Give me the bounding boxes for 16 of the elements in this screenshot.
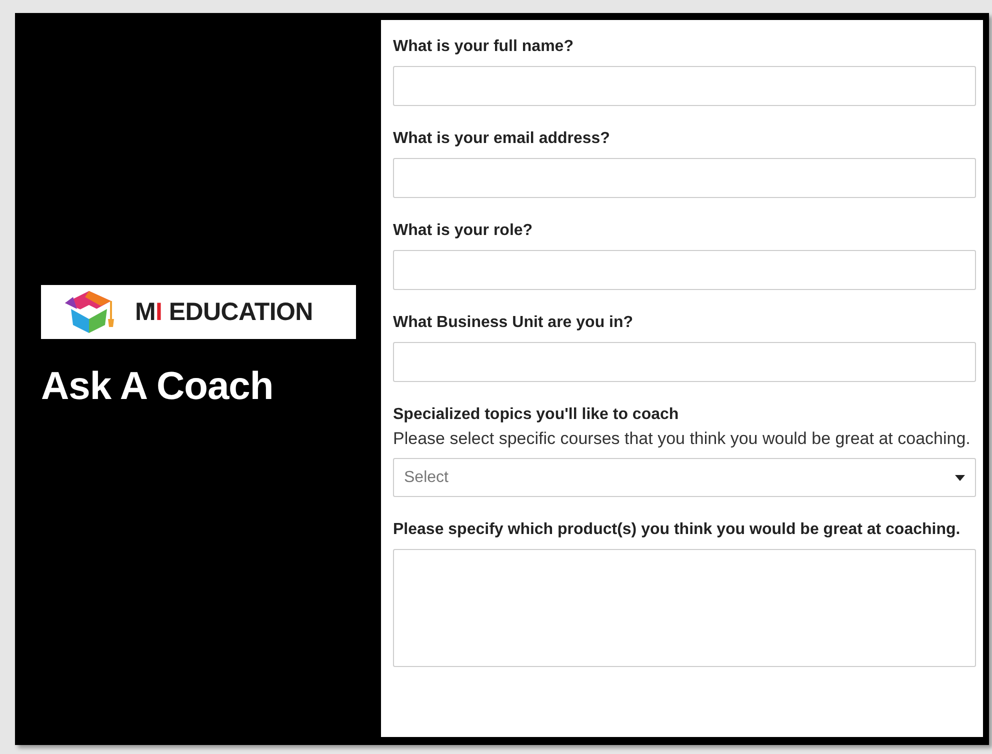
field-label: Please specify which product(s) you think you would be great at coaching. (393, 520, 962, 540)
text-input[interactable] (393, 342, 976, 382)
text-input[interactable] (393, 250, 976, 290)
field-label: What is your full name? (393, 37, 574, 57)
text-input[interactable] (393, 66, 976, 106)
select-dropdown[interactable]: Select (393, 458, 976, 497)
page-title: Ask A Coach (41, 365, 274, 409)
logo-wordmark: MI EDUCATION (135, 298, 313, 326)
field-label: What Business Unit are you in? (393, 313, 634, 333)
field-label: Specialized topics you'll like to coach (393, 405, 680, 425)
text-input[interactable] (393, 158, 976, 198)
field-label: What is your role? (393, 221, 534, 241)
textarea-field[interactable] (393, 549, 976, 667)
field-label: What is your email address? (393, 129, 611, 149)
caret-icon (955, 474, 965, 480)
field-help-text: Please select specific courses that you think you would be great at coaching. (393, 428, 972, 450)
